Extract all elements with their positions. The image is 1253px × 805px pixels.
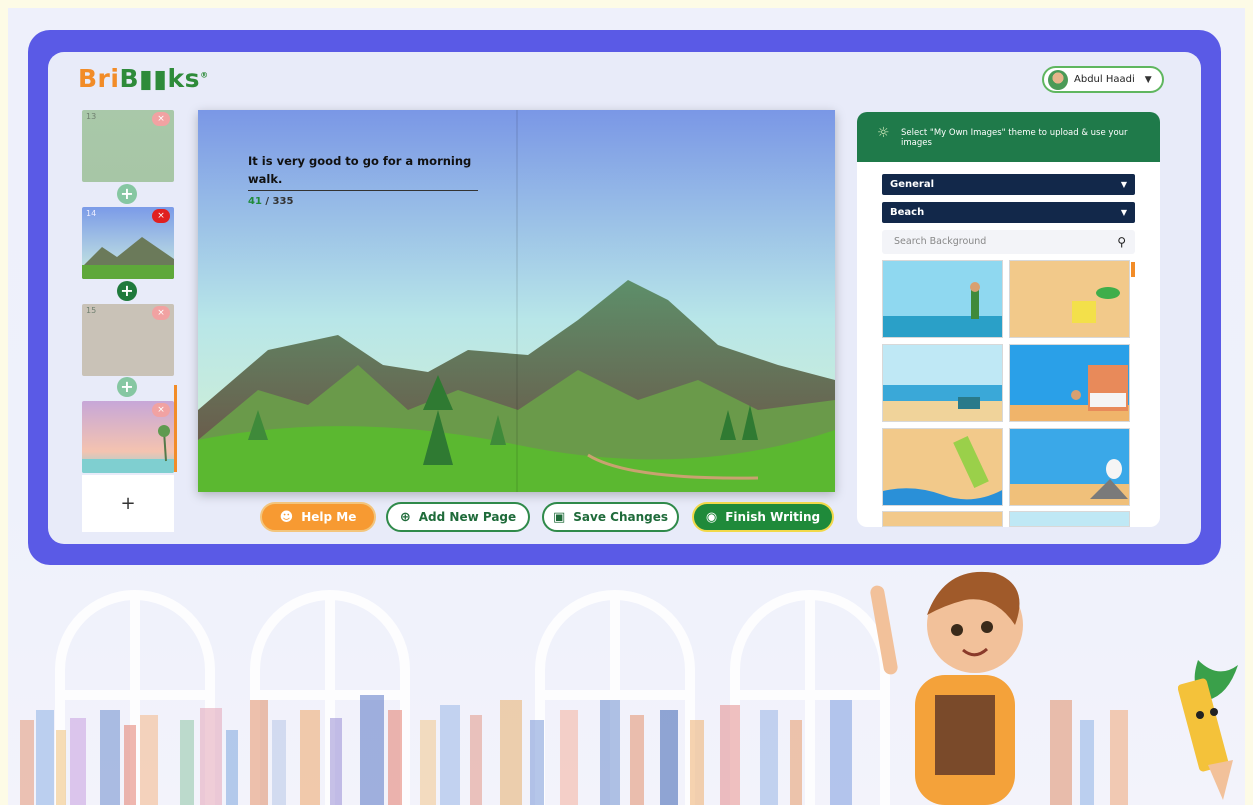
floppy-icon: ▣ bbox=[552, 509, 566, 525]
page-number: 14 bbox=[86, 209, 97, 218]
avatar bbox=[1048, 69, 1068, 90]
book-spine bbox=[516, 110, 518, 492]
logo-text-b: B bbox=[119, 64, 140, 93]
background-thumbnail[interactable] bbox=[882, 511, 1003, 527]
beach-background-image bbox=[883, 345, 1002, 421]
character-count: 41 bbox=[248, 196, 262, 207]
background-list-scrollbar[interactable] bbox=[1131, 262, 1135, 277]
chevron-down-icon: ▼ bbox=[1120, 208, 1127, 217]
beach-background-image bbox=[883, 261, 1002, 337]
save-changes-label: Save Changes bbox=[573, 510, 669, 524]
search-placeholder: Search Background bbox=[894, 236, 987, 247]
open-book-icon: ▮▮ bbox=[139, 64, 168, 93]
logo-text-ks: ks bbox=[167, 64, 201, 93]
user-menu[interactable]: Abdul Haadi ▼ bbox=[1042, 66, 1164, 93]
beach-shop-background-image bbox=[1010, 345, 1129, 421]
delete-page-icon[interactable]: × bbox=[152, 112, 170, 126]
character-counter: 41 / 335 bbox=[248, 196, 293, 207]
help-me-label: Help Me bbox=[301, 510, 357, 524]
add-new-page-label: Add New Page bbox=[418, 510, 517, 524]
boy-mascot-illustration bbox=[870, 571, 1023, 805]
user-name: Abdul Haadi bbox=[1074, 74, 1135, 85]
counter-separator: / bbox=[261, 196, 273, 207]
insert-page-button[interactable]: + bbox=[117, 184, 137, 204]
thumbnail-scrollbar[interactable] bbox=[174, 385, 177, 472]
towel-background-image bbox=[883, 429, 1002, 505]
insert-page-button[interactable]: + bbox=[117, 377, 137, 397]
page-thumbnail-15[interactable]: 15 × bbox=[82, 304, 174, 376]
delete-page-icon[interactable]: × bbox=[152, 209, 170, 223]
seagull-background-image bbox=[1010, 429, 1129, 505]
category-select[interactable]: General ▼ bbox=[882, 174, 1135, 195]
add-new-page-button[interactable]: ⊕ Add New Page bbox=[386, 502, 530, 532]
save-changes-button[interactable]: ▣ Save Changes bbox=[542, 502, 679, 532]
pencil-mascot-illustration bbox=[1178, 660, 1238, 800]
page-thumbnails: 13 × + 14 × + 15 × + × + bbox=[82, 110, 174, 532]
background-thumbnail[interactable] bbox=[1009, 511, 1130, 527]
sand-background-image bbox=[1010, 261, 1129, 337]
logo-text-bri: Bri bbox=[78, 64, 120, 93]
add-page-tile[interactable]: + bbox=[82, 475, 174, 532]
robot-icon: ☻ bbox=[279, 509, 294, 525]
background-thumbnail[interactable] bbox=[882, 428, 1003, 506]
background-thumbnail[interactable] bbox=[882, 260, 1003, 338]
help-me-button[interactable]: ☻ Help Me bbox=[260, 502, 376, 532]
theme-select[interactable]: Beach ▼ bbox=[882, 202, 1135, 223]
theme-value: Beach bbox=[890, 207, 925, 218]
library-scene bbox=[0, 560, 1253, 805]
delete-page-icon[interactable]: × bbox=[152, 306, 170, 320]
finish-writing-button[interactable]: ◉ Finish Writing bbox=[692, 502, 834, 532]
upload-hint-banner: ☼ Select "My Own Images" theme to upload… bbox=[857, 112, 1160, 162]
background-thumbnail[interactable] bbox=[1009, 260, 1130, 338]
lightbulb-icon: ☼ bbox=[877, 125, 890, 141]
page-number: 15 bbox=[86, 306, 97, 315]
page-thumbnail-14[interactable]: 14 × bbox=[82, 207, 174, 279]
finish-writing-label: Finish Writing bbox=[725, 510, 821, 524]
chevron-down-icon: ▼ bbox=[1144, 74, 1152, 85]
page-thumbnail-13[interactable]: 13 × bbox=[82, 110, 174, 182]
bookshelf-illustration bbox=[20, 695, 1128, 805]
chevron-down-icon: ▼ bbox=[1120, 180, 1127, 189]
registered-mark: ® bbox=[200, 70, 209, 80]
page-number: 13 bbox=[86, 112, 97, 121]
character-limit: 335 bbox=[272, 196, 294, 207]
search-icon[interactable]: ⚲ bbox=[1117, 230, 1126, 254]
upload-hint-text: Select "My Own Images" theme to upload &… bbox=[901, 128, 1128, 148]
bribooks-logo[interactable]: BriB▮▮ks® bbox=[78, 64, 209, 93]
background-thumbnail[interactable] bbox=[882, 344, 1003, 422]
background-thumbnail[interactable] bbox=[1009, 428, 1130, 506]
eye-icon: ◉ bbox=[705, 509, 718, 525]
category-value: General bbox=[890, 179, 934, 190]
search-background-input[interactable]: Search Background ⚲ bbox=[882, 230, 1135, 254]
story-text[interactable]: It is very good to go for a morning walk… bbox=[248, 152, 478, 191]
delete-page-icon[interactable]: × bbox=[152, 403, 170, 417]
insert-page-button[interactable]: + bbox=[117, 281, 137, 301]
plus-circle-icon: ⊕ bbox=[399, 509, 411, 525]
background-picker-panel: ☼ Select "My Own Images" theme to upload… bbox=[857, 112, 1160, 527]
background-thumbnail[interactable] bbox=[1009, 344, 1130, 422]
page-thumbnail-16[interactable]: × bbox=[82, 401, 174, 473]
